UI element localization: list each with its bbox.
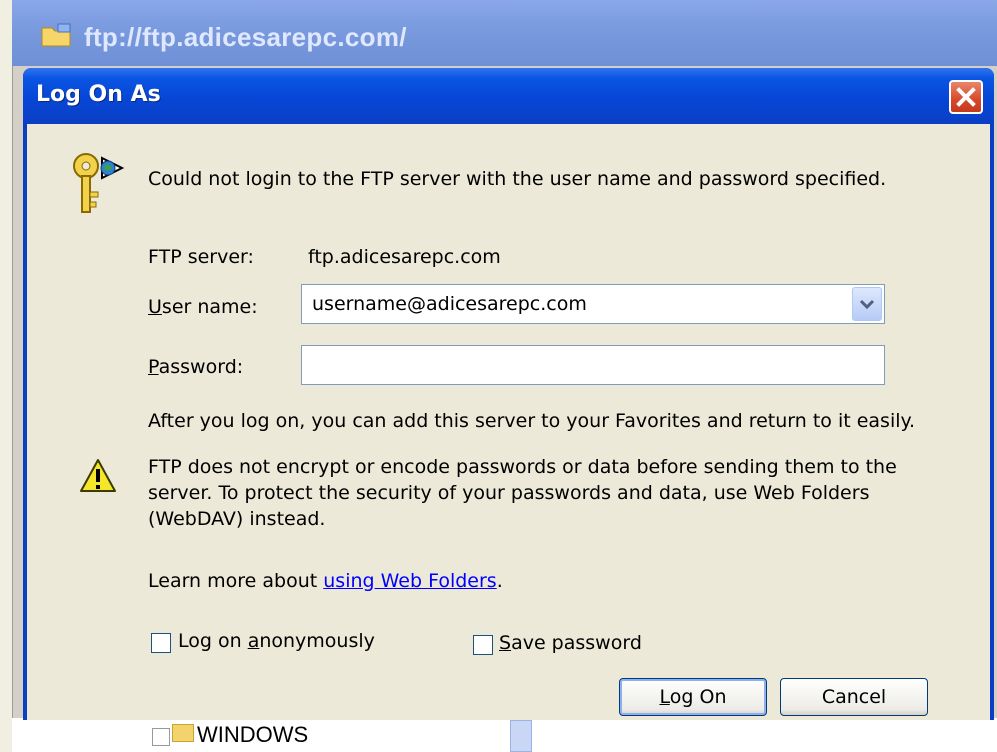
- username-value: username@adicesarepc.com: [312, 293, 587, 315]
- keys-globe-icon: [73, 153, 125, 213]
- background-tree-area: WINDOWS: [12, 718, 997, 752]
- logon-button-accel: L: [659, 686, 670, 708]
- logon-dialog: Log On As Could not login to the FTP ser…: [23, 68, 994, 720]
- save-password-label-rest: ave password: [511, 632, 642, 654]
- background-window-title: ftp://ftp.adicesarepc.com/: [84, 22, 407, 52]
- cancel-button[interactable]: Cancel: [780, 678, 928, 716]
- dialog-body: Could not login to the FTP server with t…: [27, 124, 990, 720]
- anonymous-label-pre: Log on: [178, 630, 248, 652]
- ftp-server-label: FTP server:: [148, 246, 254, 268]
- learn-more-line: Learn more about using Web Folders.: [148, 570, 503, 592]
- tree-expander[interactable]: [152, 728, 170, 746]
- web-folders-link[interactable]: using Web Folders: [323, 570, 496, 592]
- tree-item-windows[interactable]: WINDOWS: [197, 722, 308, 748]
- username-label-rest: ser name:: [161, 296, 258, 318]
- scrollbar[interactable]: [510, 720, 532, 752]
- anonymous-checkbox[interactable]: [151, 633, 171, 653]
- learn-more-prefix: Learn more about: [148, 570, 324, 592]
- chevron-down-icon: [859, 299, 875, 310]
- password-label-rest: assword:: [158, 356, 244, 378]
- password-label: Password:: [148, 356, 243, 378]
- folder-icon: [172, 724, 194, 742]
- username-dropdown-button[interactable]: [852, 287, 882, 321]
- anonymous-label-post: nonymously: [259, 630, 375, 652]
- anonymous-label[interactable]: Log on anonymously: [178, 630, 375, 652]
- security-warning: FTP does not encrypt or encode passwords…: [148, 456, 897, 530]
- save-password-label[interactable]: Save password: [499, 632, 642, 654]
- close-icon: [956, 87, 976, 107]
- logon-button-rest: og On: [669, 686, 727, 708]
- password-field[interactable]: [301, 345, 885, 385]
- folder-icon: [41, 23, 71, 47]
- anonymous-label-accel: a: [247, 630, 260, 652]
- background-window-titlebar: ftp://ftp.adicesarepc.com/: [12, 0, 997, 66]
- warning-icon: [80, 459, 116, 492]
- dialog-title: Log On As: [36, 82, 161, 107]
- close-button[interactable]: [949, 80, 983, 114]
- dialog-titlebar[interactable]: Log On As: [23, 68, 994, 124]
- error-message: Could not login to the FTP server with t…: [148, 168, 887, 190]
- ftp-server-value: ftp.adicesarepc.com: [308, 246, 501, 268]
- favorites-note: After you log on, you can add this serve…: [148, 410, 916, 432]
- save-password-label-accel: S: [499, 632, 512, 654]
- background-window-edge: [0, 0, 13, 752]
- learn-more-suffix: .: [496, 570, 503, 592]
- save-password-checkbox[interactable]: [473, 635, 493, 655]
- username-label: User name:: [148, 296, 258, 318]
- username-label-accel: U: [148, 296, 162, 318]
- logon-button[interactable]: Log On: [619, 678, 767, 716]
- username-combobox[interactable]: username@adicesarepc.com: [301, 284, 885, 324]
- password-label-accel: P: [148, 356, 159, 378]
